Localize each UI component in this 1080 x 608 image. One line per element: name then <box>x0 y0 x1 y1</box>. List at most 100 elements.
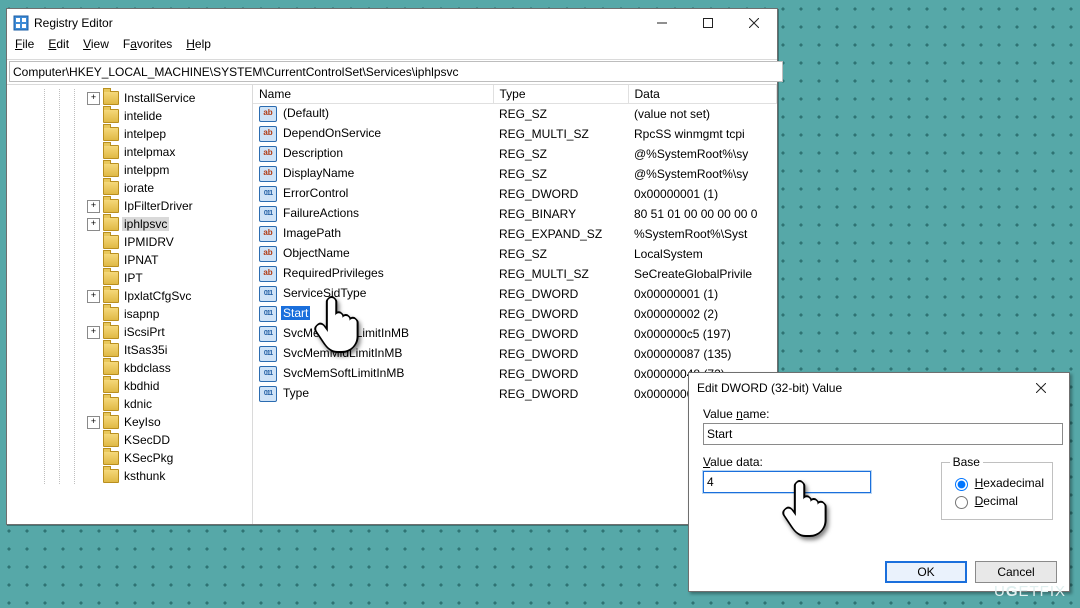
tree-node[interactable]: +ItSas35i <box>7 341 252 359</box>
dialog-close-button[interactable] <box>1021 374 1061 402</box>
value-name: RequiredPrivileges <box>281 266 386 280</box>
radio-hex-input[interactable] <box>955 478 968 491</box>
folder-icon <box>103 109 119 123</box>
value-row[interactable]: ErrorControlREG_DWORD0x00000001 (1) <box>253 184 777 204</box>
folder-icon <box>103 469 119 483</box>
address-input[interactable] <box>9 61 783 82</box>
value-row[interactable]: FailureActionsREG_BINARY80 51 01 00 00 0… <box>253 204 777 224</box>
tree-node[interactable]: +intelpmax <box>7 143 252 161</box>
tree-node[interactable]: +intelppm <box>7 161 252 179</box>
expand-icon[interactable]: + <box>87 290 100 303</box>
expand-icon[interactable]: + <box>87 218 100 231</box>
radio-hexadecimal[interactable]: Hexadecimal <box>950 475 1044 491</box>
value-row[interactable]: StartREG_DWORD0x00000002 (2) <box>253 304 777 324</box>
tree-node[interactable]: +kbdhid <box>7 377 252 395</box>
radio-dec-input[interactable] <box>955 496 968 509</box>
value-row[interactable]: SvcMemHardLimitInMBREG_DWORD0x000000c5 (… <box>253 324 777 344</box>
value-row[interactable]: ObjectNameREG_SZLocalSystem <box>253 244 777 264</box>
maximize-button[interactable] <box>685 9 731 37</box>
folder-icon <box>103 181 119 195</box>
tree-node[interactable]: +intelide <box>7 107 252 125</box>
key-tree[interactable]: +InstallService+intelide+intelpep+intelp… <box>7 85 253 524</box>
dialog-titlebar[interactable]: Edit DWORD (32-bit) Value <box>689 373 1069 403</box>
expand-icon[interactable]: + <box>87 326 100 339</box>
tree-node[interactable]: +kbdclass <box>7 359 252 377</box>
folder-icon <box>103 433 119 447</box>
expand-icon[interactable]: + <box>87 92 100 105</box>
col-type[interactable]: Type <box>493 85 628 104</box>
value-name: FailureActions <box>281 206 361 220</box>
folder-icon <box>103 307 119 321</box>
expand-icon[interactable]: + <box>87 200 100 213</box>
value-data: %SystemRoot%\Syst <box>628 224 777 244</box>
tree-node[interactable]: + InstallService <box>7 89 252 107</box>
tree-node[interactable]: +iorate <box>7 179 252 197</box>
value-row[interactable]: SvcMemMidLimitInMBREG_DWORD0x00000087 (1… <box>253 344 777 364</box>
minimize-button[interactable] <box>639 9 685 37</box>
tree-node[interactable]: +ksthunk <box>7 467 252 485</box>
folder-icon <box>103 451 119 465</box>
folder-icon <box>103 289 119 303</box>
tree-node[interactable]: +IPT <box>7 269 252 287</box>
expand-icon[interactable]: + <box>87 416 100 429</box>
tree-node[interactable]: +iScsiPrt <box>7 323 252 341</box>
tree-node[interactable]: +kdnic <box>7 395 252 413</box>
menu-favorites[interactable]: Favorites <box>123 37 172 57</box>
tree-label: IPMIDRV <box>122 235 176 249</box>
value-row[interactable]: ImagePathREG_EXPAND_SZ%SystemRoot%\Syst <box>253 224 777 244</box>
value-type: REG_DWORD <box>493 304 628 324</box>
binary-value-icon <box>259 386 277 402</box>
value-type: REG_DWORD <box>493 284 628 304</box>
value-row[interactable]: DescriptionREG_SZ@%SystemRoot%\sy <box>253 144 777 164</box>
folder-icon <box>103 199 119 213</box>
tree-node[interactable]: +KeyIso <box>7 413 252 431</box>
folder-icon <box>103 91 119 105</box>
cancel-button[interactable]: Cancel <box>975 561 1057 583</box>
value-row[interactable]: DisplayNameREG_SZ@%SystemRoot%\sy <box>253 164 777 184</box>
menu-help[interactable]: Help <box>186 37 211 57</box>
value-name-input[interactable] <box>703 423 1063 445</box>
tree-node[interactable]: +intelpep <box>7 125 252 143</box>
value-name: ObjectName <box>281 246 352 260</box>
titlebar[interactable]: Registry Editor <box>7 9 777 37</box>
string-value-icon <box>259 106 277 122</box>
tree-node[interactable]: +isapnp <box>7 305 252 323</box>
value-data: 0x00000001 (1) <box>628 284 777 304</box>
col-name[interactable]: Name <box>253 85 493 104</box>
tree-node[interactable]: +KSecPkg <box>7 449 252 467</box>
value-data: SeCreateGlobalPrivile <box>628 264 777 284</box>
value-row[interactable]: RequiredPrivilegesREG_MULTI_SZSeCreateGl… <box>253 264 777 284</box>
folder-icon <box>103 145 119 159</box>
close-button[interactable] <box>731 9 777 37</box>
tree-node[interactable]: +KSecDD <box>7 431 252 449</box>
value-row[interactable]: DependOnServiceREG_MULTI_SZRpcSS winmgmt… <box>253 124 777 144</box>
value-data-label: Value data: <box>703 455 921 469</box>
value-data-input[interactable] <box>703 471 871 493</box>
value-type: REG_EXPAND_SZ <box>493 224 628 244</box>
tree-node[interactable]: +IPMIDRV <box>7 233 252 251</box>
value-name: Type <box>281 386 311 400</box>
tree-node[interactable]: +IPNAT <box>7 251 252 269</box>
tree-label: InstallService <box>122 91 197 105</box>
value-row[interactable]: (Default)REG_SZ(value not set) <box>253 104 777 125</box>
string-value-icon <box>259 246 277 262</box>
menu-file[interactable]: File <box>15 37 34 57</box>
folder-icon <box>103 325 119 339</box>
value-type: REG_DWORD <box>493 384 628 404</box>
menu-edit[interactable]: Edit <box>48 37 69 57</box>
col-data[interactable]: Data <box>628 85 777 104</box>
tree-node[interactable]: +iphlpsvc <box>7 215 252 233</box>
tree-label: IpFilterDriver <box>122 199 195 213</box>
value-data: LocalSystem <box>628 244 777 264</box>
binary-value-icon <box>259 306 277 322</box>
ok-button[interactable]: OK <box>885 561 967 583</box>
tree-node[interactable]: +IpxlatCfgSvc <box>7 287 252 305</box>
value-data: 80 51 01 00 00 00 00 0 <box>628 204 777 224</box>
binary-value-icon <box>259 326 277 342</box>
radio-decimal[interactable]: Decimal <box>950 493 1044 509</box>
menu-view[interactable]: View <box>83 37 109 57</box>
folder-icon <box>103 343 119 357</box>
tree-node[interactable]: + IpFilterDriver <box>7 197 252 215</box>
value-row[interactable]: ServiceSidTypeREG_DWORD0x00000001 (1) <box>253 284 777 304</box>
binary-value-icon <box>259 186 277 202</box>
